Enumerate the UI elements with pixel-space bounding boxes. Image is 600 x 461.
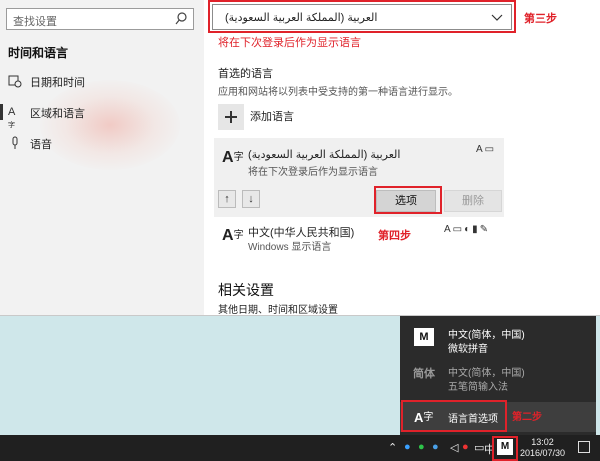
typing-icon: ▭ (452, 224, 465, 235)
search-icon (175, 12, 187, 25)
search-input[interactable]: 查找设置 (6, 8, 194, 30)
language-sub: Windows 显示语言 (248, 242, 332, 253)
step3-label: 第三步 (524, 13, 557, 25)
ime-item-pinyin[interactable]: M 中文(简体，中国) 微软拼音 (400, 324, 596, 355)
sidebar: 查找设置 时间和语言 日期和时间 A字 区域和语言 语音 (0, 0, 204, 315)
preferred-languages-title: 首选的语言 (218, 68, 273, 80)
clock-date: 2016/07/30 (520, 448, 566, 458)
tray-wechat-icon[interactable]: ● (418, 441, 425, 453)
ime-item-line1: 中文(简体，中国) (448, 330, 525, 341)
step2-highlight (401, 400, 507, 432)
calendar-clock-icon (8, 75, 22, 88)
language-capability-icons: A▭ (476, 144, 496, 155)
clock-time: 13:02 (531, 437, 554, 447)
section-title: 时间和语言 (8, 46, 69, 60)
display-language-icon: A (476, 144, 485, 155)
taskbar-clock[interactable]: 13:02 2016/07/30 (520, 437, 565, 459)
tray-qq-icon[interactable]: ● (462, 441, 469, 453)
add-language-button[interactable] (218, 104, 244, 130)
ime-item-wubi[interactable]: 简体 中文(简体，中国) 五笔简输入法 (400, 362, 596, 393)
tray-chevron-up-icon[interactable]: ⌃ (388, 441, 397, 454)
related-settings-title: 相关设置 (218, 282, 274, 298)
step4-label: 第四步 (378, 230, 411, 242)
handwriting-icon: ✎ (479, 224, 491, 235)
display-language-icon: A (444, 224, 453, 235)
ime-item-line1: 中文(简体，中国) (448, 368, 525, 379)
microphone-icon: ▮ (472, 224, 480, 235)
sidebar-item-label: 日期和时间 (30, 77, 85, 89)
move-up-button[interactable]: ↑ (218, 190, 236, 208)
settings-window: 查找设置 时间和语言 日期和时间 A字 区域和语言 语音 العربية (ال… (0, 0, 600, 316)
ime-item-line2: 五笔简输入法 (448, 382, 508, 393)
ime-item-line2: 微软拼音 (448, 344, 488, 355)
arrow-up-icon: ↑ (224, 193, 230, 205)
move-down-button[interactable]: ↓ (242, 190, 260, 208)
typing-icon: ▭ (484, 144, 497, 155)
display-language-note: 将在下次登录后作为显示语言 (218, 37, 361, 49)
related-settings-link[interactable]: 其他日期、时间和区域设置 (218, 301, 338, 315)
remove-button[interactable]: 删除 (444, 190, 502, 212)
display-language-select[interactable]: العربية (المملكة العربية السعودية) (212, 4, 512, 30)
arrow-down-icon: ↓ (248, 193, 254, 205)
sidebar-item-label: 语音 (30, 139, 52, 151)
step4-highlight (374, 186, 442, 214)
add-language-label[interactable]: 添加语言 (250, 108, 294, 124)
chevron-down-icon (491, 14, 503, 21)
ime-m-icon: M (414, 328, 434, 346)
preferred-languages-desc: 应用和网站将以列表中受支持的第一种语言进行显示。 (218, 87, 458, 98)
language-capability-icons: A▭◐▮✎ (444, 224, 490, 235)
language-sub: 将在下次登录后作为显示语言 (248, 167, 378, 178)
display-language-value: العربية (المملكة العربية السعودية) (225, 12, 378, 24)
sidebar-item-label: 区域和语言 (30, 108, 85, 120)
tray-volume-icon[interactable]: ◁ (450, 441, 458, 454)
search-placeholder: 查找设置 (13, 16, 57, 28)
step1-highlight (492, 436, 518, 461)
language-icon: A字 (222, 227, 244, 244)
language-icon: A字 (8, 106, 16, 129)
tray-network-icon[interactable]: ▭ (474, 441, 484, 454)
tray-bluetooth-icon[interactable]: ● (404, 441, 411, 453)
sidebar-item-region-language[interactable]: A字 区域和语言 (0, 97, 204, 129)
language-icon: A字 (222, 149, 244, 166)
speech-icon: ◐ (464, 224, 473, 235)
step2-label: 第二步 (512, 412, 542, 423)
ime-simplified-icon: 简体 (413, 368, 435, 380)
sidebar-item-date-time[interactable]: 日期和时间 (0, 66, 204, 96)
main-content: العربية (المملكة العربية السعودية) 第三步 将… (204, 0, 600, 315)
language-card-selected[interactable]: A字 العربية (المملكة العربية السعودية) 将在… (214, 138, 504, 217)
notification-icon[interactable] (578, 441, 590, 453)
microphone-icon (12, 136, 18, 149)
language-name: العربية (المملكة العربية السعودية) (248, 149, 401, 161)
tray-app-icon[interactable]: ● (432, 441, 439, 453)
sidebar-item-speech[interactable]: 语音 (0, 128, 204, 158)
